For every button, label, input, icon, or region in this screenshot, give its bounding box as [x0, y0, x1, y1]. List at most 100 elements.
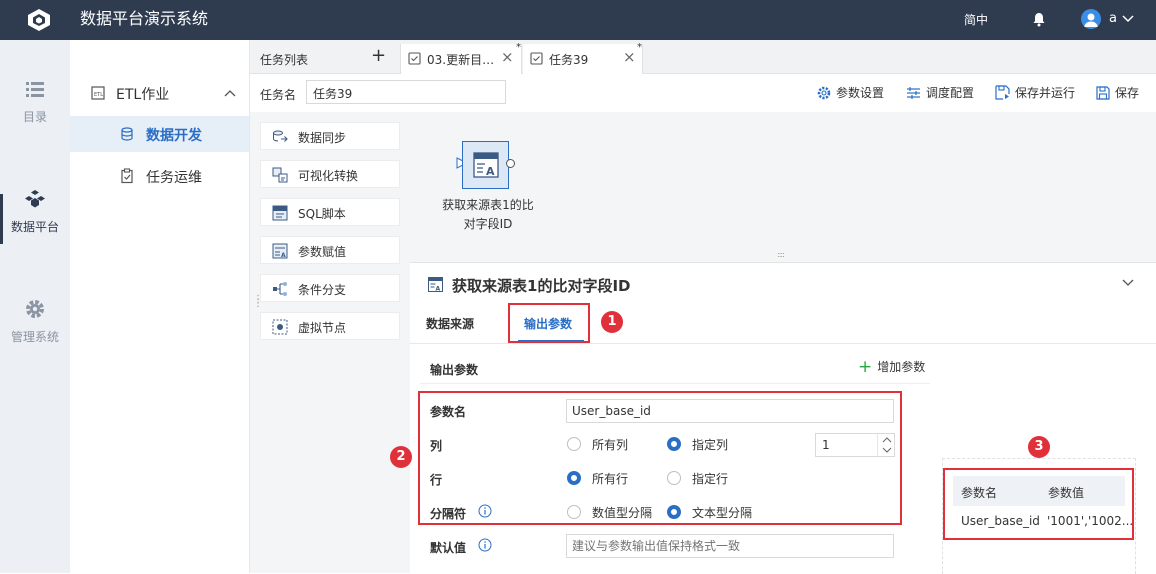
divider — [420, 383, 930, 384]
nav-item-management[interactable]: 管理系统 — [0, 298, 70, 345]
menu-group-label: ETL作业 — [116, 87, 170, 103]
flow-node-label: 获取来源表1的比 对字段ID — [436, 196, 540, 234]
app-title: 数据平台演示系统 — [80, 9, 209, 28]
nav-item-label: 数据平台 — [10, 220, 59, 234]
etl-icon: ETL — [91, 86, 105, 100]
sync-icon — [272, 129, 288, 145]
left-nav: 目录 数据平台 管理系统 — [0, 40, 70, 573]
action-label: 调度配置 — [926, 86, 975, 100]
task-tab-icon — [530, 52, 543, 65]
divider — [410, 343, 1156, 344]
cubes-icon — [24, 188, 46, 210]
palette-item-label: SQL脚本 — [298, 207, 346, 221]
annotation-box-3 — [943, 468, 1134, 540]
task-name-label: 任务名 — [260, 88, 297, 102]
gear-small-icon — [817, 86, 831, 100]
svg-text:A: A — [436, 286, 441, 293]
transform-icon — [272, 167, 288, 183]
panel-title: 获取来源表1的比对字段ID — [452, 277, 631, 295]
task-list-label: 任务列表 — [260, 53, 309, 67]
node-label-line: 对字段ID — [463, 217, 513, 231]
workspace: 数据同步 可视化转换 SQL脚本 A 参数赋值 条件分支 虚拟节点 ⋮ ⋮ A … — [250, 112, 1156, 574]
tab-bar: 任务列表 + 03.更新目… × * 任务39 × * — [250, 40, 1156, 75]
tab-label: 03.更新目… — [427, 53, 495, 67]
modified-mark: * — [516, 42, 521, 53]
menu-item-data-dev[interactable]: 数据开发 — [70, 116, 249, 152]
nav-item-data-platform[interactable]: 数据平台 — [0, 188, 70, 235]
task-toolbar: 任务名 任务39 参数设置 调度配置 保存并运行 保存 — [250, 74, 1156, 112]
save-icon — [1096, 85, 1110, 100]
tab-task39[interactable]: 任务39 × * — [523, 42, 643, 75]
annotation-box-2 — [418, 391, 902, 525]
chevron-up-icon[interactable] — [224, 89, 236, 97]
menu-item-label: 任务运维 — [146, 170, 202, 186]
flow-node-param-assign[interactable]: A — [462, 141, 509, 189]
svg-text:ETL: ETL — [94, 92, 103, 98]
panel-resize-handle[interactable]: :::: — [777, 250, 785, 259]
svg-text:A: A — [281, 252, 286, 259]
palette-resize-handle[interactable]: ⋮ ⋮ — [253, 295, 263, 309]
sliders-icon — [906, 86, 921, 100]
palette-item-data-sync[interactable]: 数据同步 — [260, 122, 400, 150]
annotation-badge-3: 3 — [1028, 436, 1050, 458]
nav-item-catalog[interactable]: 目录 — [0, 78, 70, 125]
language-switch[interactable]: 简中 — [964, 11, 988, 28]
param-settings-button[interactable]: 参数设置 — [817, 84, 884, 101]
palette-item-label: 参数赋值 — [298, 245, 347, 259]
plus-icon: + — [858, 356, 873, 377]
node-palette: 数据同步 可视化转换 SQL脚本 A 参数赋值 条件分支 虚拟节点 ⋮ ⋮ — [250, 112, 410, 573]
palette-item-sql-script[interactable]: SQL脚本 — [260, 198, 400, 226]
task-name-input[interactable]: 任务39 — [306, 80, 506, 104]
action-label: 参数设置 — [836, 86, 885, 100]
palette-item-condition-branch[interactable]: 条件分支 — [260, 274, 400, 302]
virtual-node-icon — [272, 319, 288, 335]
save-and-run-button[interactable]: 保存并运行 — [995, 84, 1075, 101]
param-assign-icon: A — [428, 277, 443, 292]
menu-item-label: 数据开发 — [146, 128, 202, 144]
palette-item-label: 可视化转换 — [298, 169, 359, 183]
palette-item-virtual-node[interactable]: 虚拟节点 — [260, 312, 400, 340]
save-run-icon — [995, 85, 1010, 100]
param-assign-icon: A — [272, 243, 288, 259]
node-label-line: 获取来源表1的比 — [442, 198, 534, 212]
database-icon — [120, 127, 134, 141]
gear-icon — [24, 298, 46, 320]
close-icon[interactable]: × — [501, 48, 514, 66]
tab-update-catalog[interactable]: 03.更新目… × * — [400, 42, 522, 74]
menu-group-etl[interactable]: ETL ETL作业 — [70, 76, 250, 110]
action-label: 保存 — [1115, 86, 1140, 100]
add-task-button[interactable]: + — [371, 45, 386, 66]
branch-icon — [272, 281, 288, 297]
info-icon[interactable] — [478, 538, 492, 552]
user-avatar-icon[interactable] — [1081, 9, 1101, 29]
annotation-badge-1: 1 — [601, 311, 623, 333]
add-param-label: 增加参数 — [877, 360, 926, 374]
palette-item-label: 条件分支 — [298, 283, 347, 297]
add-param-button[interactable]: + 增加参数 — [858, 358, 925, 375]
tab-label: 任务39 — [549, 53, 589, 67]
default-value-label: 默认值 — [430, 541, 467, 555]
tab-data-source[interactable]: 数据来源 — [426, 315, 474, 332]
palette-item-visual-transform[interactable]: 可视化转换 — [260, 160, 400, 188]
chevron-down-icon[interactable] — [1122, 15, 1134, 23]
flow-graph[interactable]: A 获取来源表1的比 对字段ID :::: — [410, 112, 1156, 262]
save-button[interactable]: 保存 — [1096, 84, 1139, 101]
task-list-header: 任务列表 + — [250, 44, 398, 74]
palette-item-label: 数据同步 — [298, 131, 347, 145]
schedule-config-button[interactable]: 调度配置 — [906, 84, 974, 101]
section-title: 输出参数 — [430, 363, 479, 377]
secondary-menu: ETL ETL作业 数据开发 任务运维 — [70, 40, 250, 573]
bell-icon[interactable] — [1032, 12, 1046, 27]
chevron-down-icon[interactable] — [1122, 279, 1134, 287]
close-icon[interactable]: × — [623, 48, 636, 66]
list-icon — [24, 78, 46, 100]
param-assign-icon: A — [473, 152, 499, 178]
menu-item-task-ops[interactable]: 任务运维 — [70, 162, 249, 192]
action-label: 保存并运行 — [1015, 86, 1076, 100]
nav-item-label: 目录 — [22, 110, 47, 124]
palette-item-param-assign[interactable]: A 参数赋值 — [260, 236, 400, 264]
user-name[interactable]: a — [1109, 11, 1117, 26]
modified-mark: * — [637, 42, 642, 53]
default-value-input[interactable] — [566, 534, 894, 558]
output-port-icon[interactable] — [506, 159, 515, 168]
